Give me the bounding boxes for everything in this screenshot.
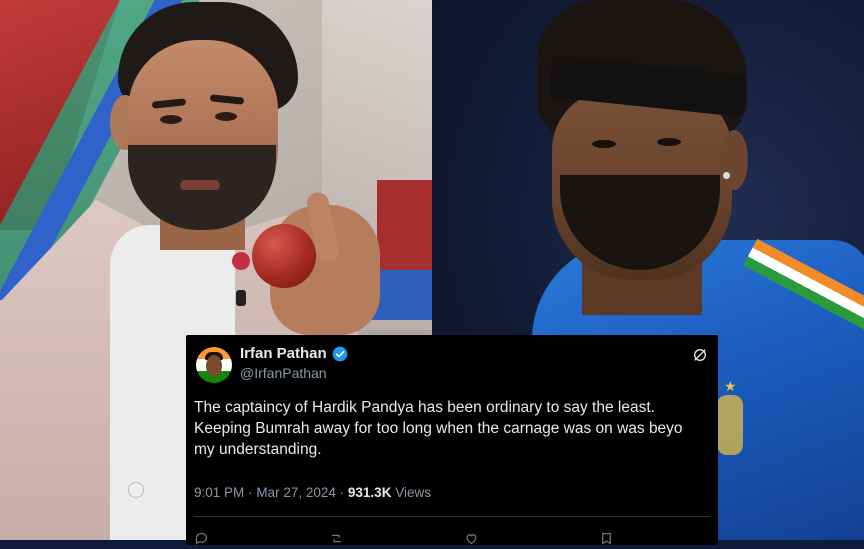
tweet-time[interactable]: 9:01 PM bbox=[194, 485, 244, 500]
reply-button[interactable] bbox=[194, 531, 254, 547]
views-count: 931.3K bbox=[347, 485, 392, 500]
avatar[interactable] bbox=[196, 347, 232, 383]
user-handle[interactable]: @IrfanPathan bbox=[240, 365, 327, 381]
tweet-card: Irfan Pathan @IrfanPathan The captaincy … bbox=[186, 335, 718, 545]
cricket-ball bbox=[252, 224, 316, 288]
bookmark-icon bbox=[602, 532, 611, 545]
meta-separator: · bbox=[248, 485, 253, 500]
divider bbox=[194, 516, 710, 517]
tweet-text-line: my understanding. bbox=[194, 441, 322, 458]
tweet-date[interactable]: Mar 27, 2024 bbox=[256, 485, 336, 500]
meta-separator: · bbox=[339, 485, 345, 500]
like-button[interactable] bbox=[464, 531, 524, 547]
star-icon: ★ bbox=[724, 378, 737, 394]
x-logo-icon[interactable] bbox=[692, 347, 708, 363]
retweet-button[interactable] bbox=[329, 531, 389, 547]
reply-icon bbox=[195, 532, 208, 545]
bookmark-button[interactable] bbox=[599, 531, 659, 547]
earring bbox=[723, 172, 730, 179]
verified-badge-icon bbox=[332, 346, 348, 362]
tweet-text: The captaincy of Hardik Pandya has been … bbox=[194, 397, 754, 460]
lapel-pin bbox=[232, 252, 250, 270]
retweet-icon bbox=[332, 534, 341, 543]
tweet-text-line: The captaincy of Hardik Pandya has been … bbox=[194, 399, 655, 416]
lapel-mic bbox=[236, 290, 246, 306]
tweet-text-line: Keeping Bumrah away for too long when th… bbox=[194, 420, 683, 437]
views-label: Views bbox=[395, 485, 431, 500]
display-name[interactable]: Irfan Pathan bbox=[240, 345, 327, 362]
like-icon bbox=[466, 534, 477, 545]
tweet-meta: 9:01 PM · Mar 27, 2024 · 931.3K Views bbox=[194, 485, 431, 500]
action-bar bbox=[194, 531, 694, 547]
